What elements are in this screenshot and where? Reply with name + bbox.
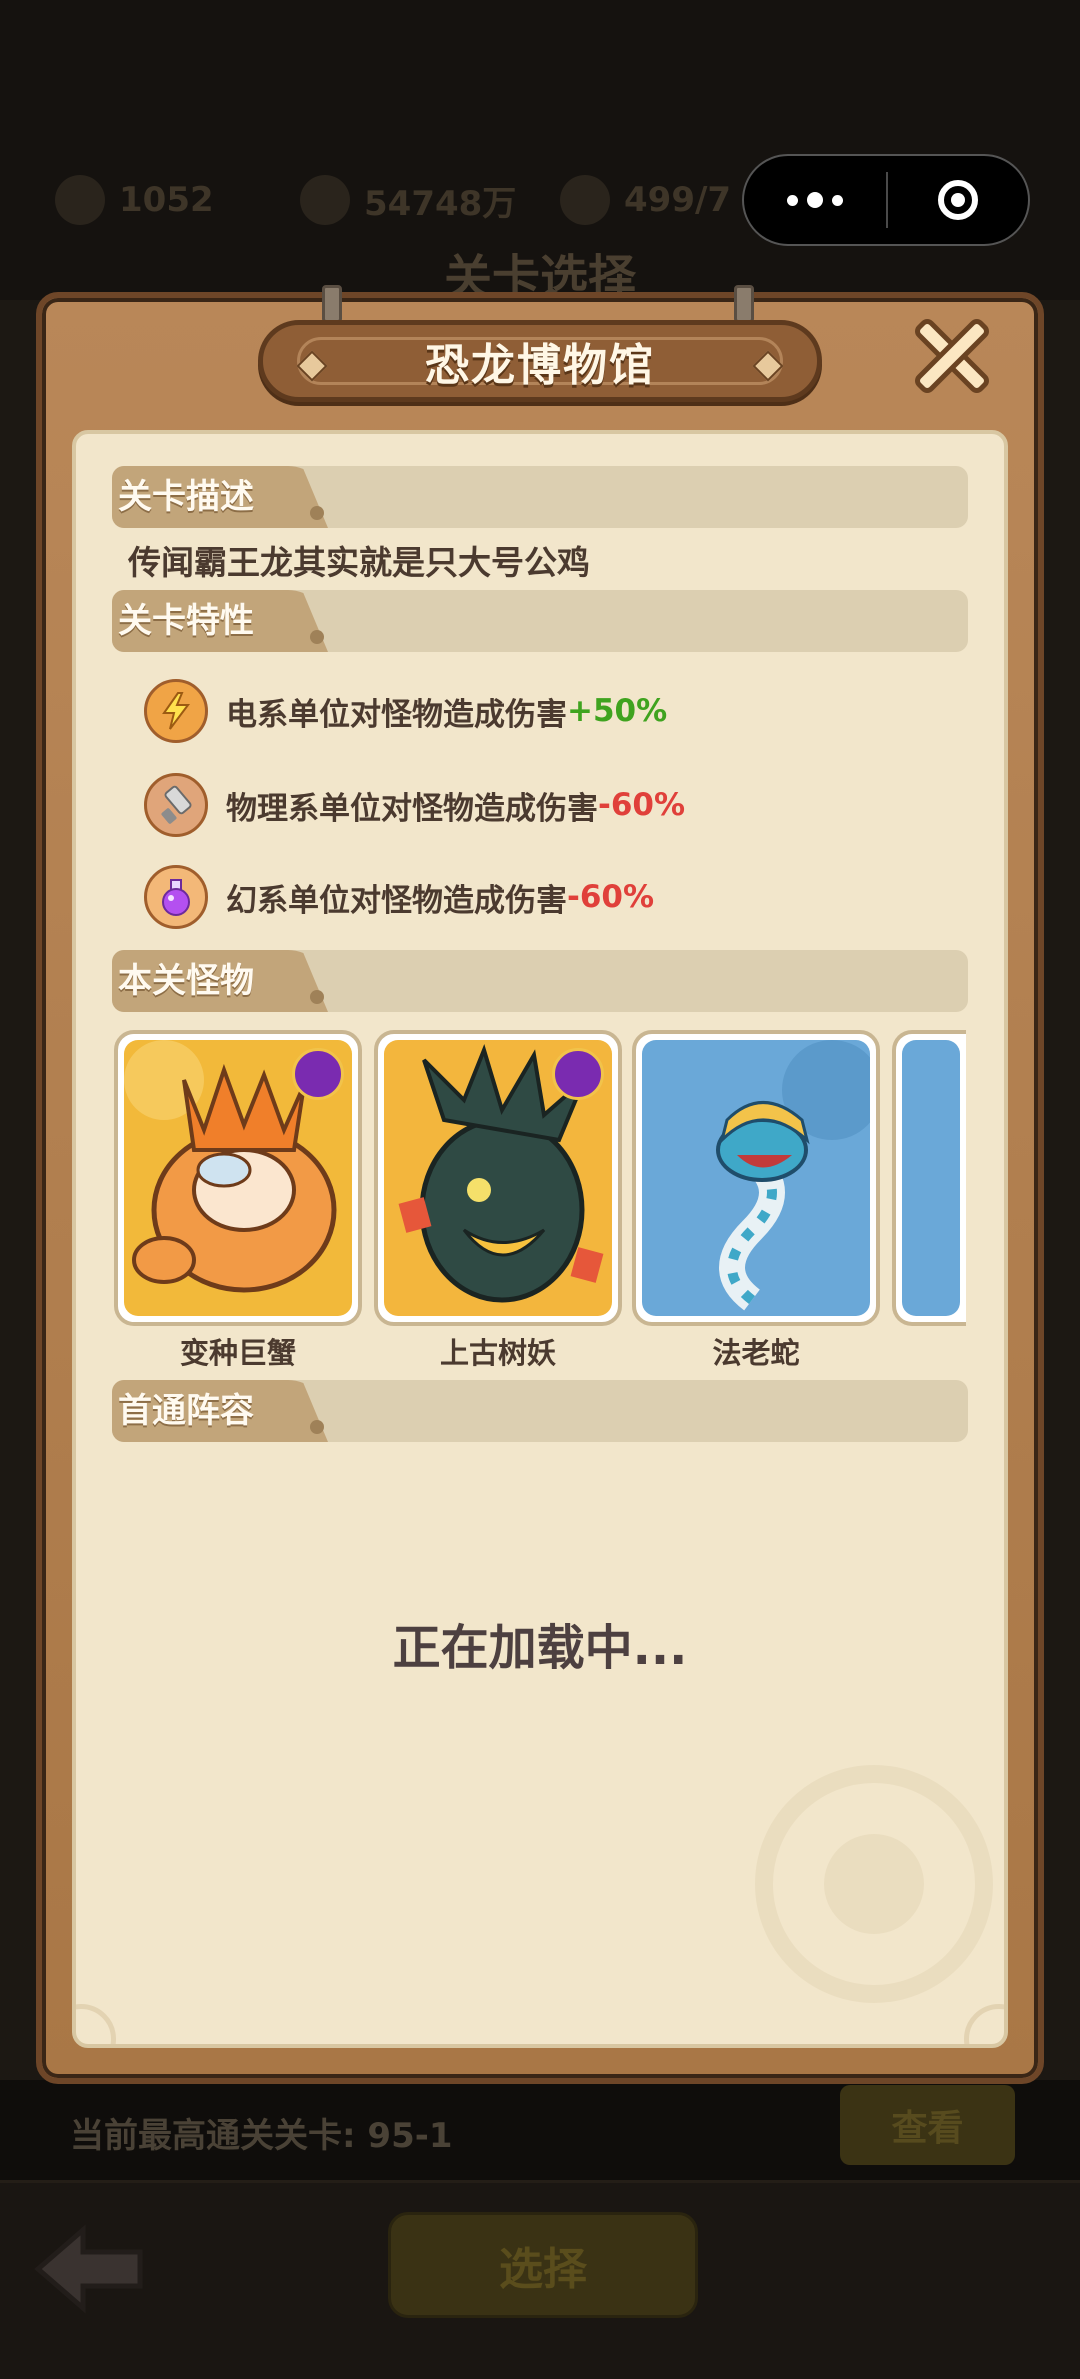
resource-gold: 54748万 (300, 175, 516, 225)
feature-row: 物理系单位对怪物造成伤害 -60% (144, 770, 685, 840)
max-stage-record: 当前最高通关关卡: 95-1 (70, 2116, 453, 2156)
resource-energy: 499/7 (560, 175, 731, 225)
sun-watermark-icon (755, 1765, 993, 2003)
loading-text: 正在加载中... (392, 1620, 688, 1676)
lightning-icon (144, 679, 208, 743)
monster-card[interactable] (632, 1030, 880, 1326)
target-circle-icon[interactable] (888, 156, 1028, 244)
view-button: 查看 (840, 2085, 1015, 2165)
section-header-first-clear: 首通阵容 (112, 1380, 968, 1442)
feature-row: 幻系单位对怪物造成伤害 -60% (144, 862, 654, 932)
elite-badge-icon (552, 1048, 604, 1100)
dialog-title: 恐龙博物馆 (425, 340, 655, 391)
monster-crab-image (124, 1040, 352, 1316)
section-header-monsters: 本关怪物 (112, 950, 968, 1012)
corner-ornament-icon (964, 2004, 1004, 2044)
back-arrow-icon (34, 2224, 143, 2314)
monster-name: 变种巨蟹 (179, 1336, 296, 1370)
miniprogram-capsule (742, 154, 1030, 246)
more-dots-icon[interactable] (744, 156, 886, 244)
monster-tree-image (384, 1040, 612, 1316)
monster-name: 法老蛇 (712, 1336, 800, 1370)
stage-description: 传闻霸王龙其实就是只大号公鸡 (128, 543, 590, 582)
section-header-description: 关卡描述 (112, 466, 968, 528)
resource-gems: 1052 (55, 175, 214, 225)
monster-partial-image (902, 1040, 960, 1316)
corner-ornament-icon (76, 2004, 116, 2044)
monster-card[interactable] (114, 1030, 362, 1326)
coin-icon (300, 175, 350, 225)
monster-snake-image (642, 1040, 870, 1316)
elite-badge-icon (292, 1048, 344, 1100)
close-icon[interactable] (908, 312, 996, 400)
dialog-title-plate: 恐龙博物馆 (258, 320, 822, 402)
feature-row: 电系单位对怪物造成伤害 +50% (144, 676, 667, 746)
select-button: 选择 (388, 2212, 698, 2318)
monster-card[interactable] (374, 1030, 622, 1326)
hanger-hook-left (322, 285, 342, 323)
hanger-hook-right (734, 285, 754, 323)
sword-icon (144, 773, 208, 837)
monster-name: 上古树妖 (439, 1336, 556, 1370)
potion-icon (144, 865, 208, 929)
gem-icon (55, 175, 105, 225)
energy-icon (560, 175, 610, 225)
section-header-features: 关卡特性 (112, 590, 968, 652)
monster-card-partial[interactable] (892, 1030, 966, 1326)
